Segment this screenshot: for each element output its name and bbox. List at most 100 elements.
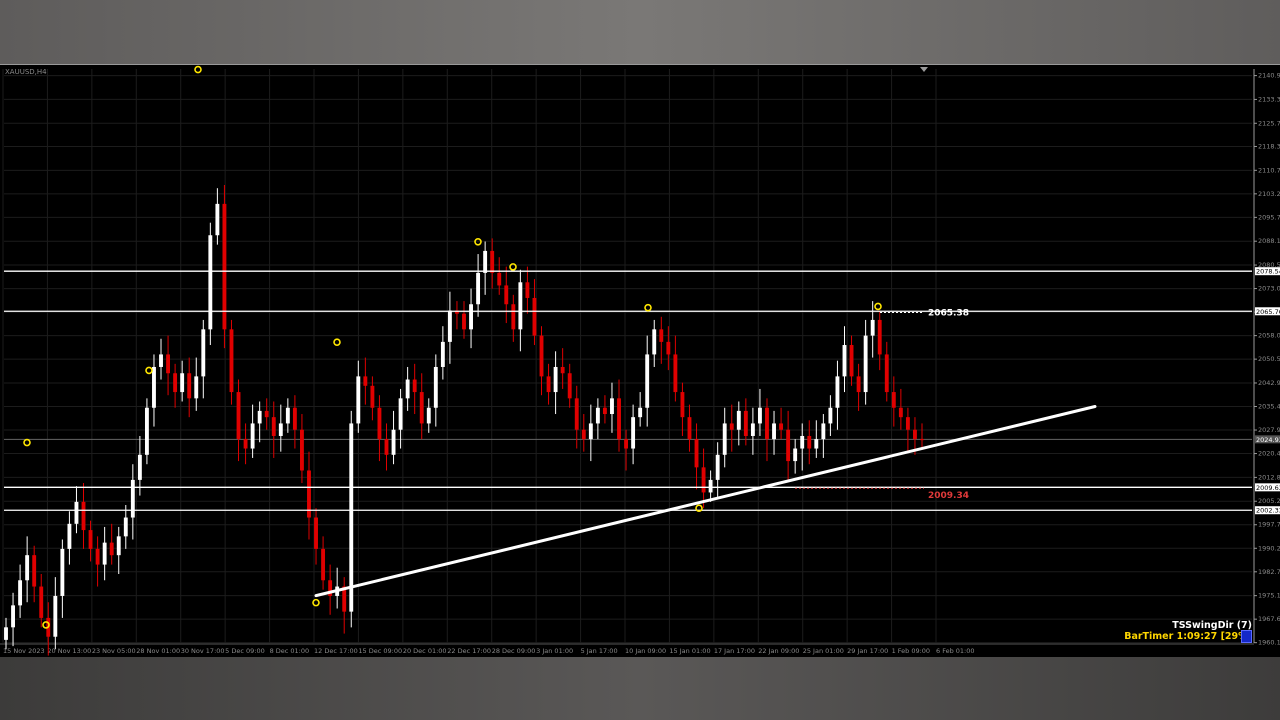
price-tick-label: 1960.10 (1258, 639, 1280, 647)
bar-timer: BarTimer 1:09:27 [29%] (1124, 631, 1252, 642)
candle-body (137, 454, 142, 480)
swing-marker (194, 65, 202, 74)
swing-marker (23, 438, 31, 447)
candle-body (842, 345, 847, 377)
candle-body (11, 605, 15, 628)
candle-body (102, 542, 107, 565)
candle-body (814, 439, 819, 449)
candle-body (504, 285, 509, 305)
price-tick-label: 2140.90 (1258, 72, 1280, 80)
candle-body (743, 410, 748, 436)
time-axis-label: 12 Dec 17:00 (314, 647, 358, 655)
candle-body (60, 548, 65, 596)
candle-body (793, 448, 798, 462)
price-chart[interactable]: 15 Nov 2023 20 Nov 13:00 23 Nov 05:00 28 No… (0, 65, 1280, 657)
candle-body (419, 392, 424, 424)
candle-body (109, 542, 114, 556)
candle-body (173, 373, 178, 393)
candle-body (631, 417, 636, 449)
time-axis-label: 20 Dec 01:00 (403, 647, 447, 655)
candle-body (194, 376, 199, 399)
candle-body (624, 439, 628, 449)
candle-body (870, 319, 875, 336)
price-tick-label: 2088.10 (1258, 237, 1280, 245)
candle-body (525, 282, 530, 298)
candle-body (426, 407, 431, 424)
candle-body (666, 341, 671, 355)
level-price-label: 2009.63 (1256, 484, 1280, 492)
candle-body (680, 392, 685, 418)
candle-body (469, 304, 473, 330)
candle-body (405, 379, 410, 399)
price-tick-label: 2027.90 (1258, 426, 1280, 434)
candle-body (736, 410, 741, 430)
time-axis-label: 15 Jan 01:00 (669, 647, 710, 655)
annotation-price-label: 2065.38 (928, 308, 969, 318)
time-axis-label: 25 Jan 01:00 (803, 647, 844, 655)
time-axis-label: 22 Dec 17:00 (447, 647, 491, 655)
time-axis-label: 23 Nov 05:00 (92, 647, 136, 655)
candle-body (356, 376, 361, 424)
candle-body (314, 517, 318, 549)
desktop-background (0, 657, 1280, 720)
candle-body (321, 548, 326, 581)
chart-window[interactable]: 15 Nov 2023 20 Nov 13:00 23 Nov 05:00 28 No… (0, 64, 1280, 658)
time-axis-label: 29 Jan 17:00 (847, 647, 888, 655)
candle-body (67, 523, 72, 549)
time-axis-label: 8 Dec 01:00 (270, 647, 310, 655)
candle-body (144, 407, 149, 455)
swing-marker (644, 303, 652, 312)
candle-body (229, 329, 234, 393)
candle-body (433, 366, 438, 408)
price-tick-label: 2042.90 (1258, 379, 1280, 387)
time-axis-label: 20 Nov 13:00 (47, 647, 91, 655)
candle-body (722, 423, 727, 455)
candle-body (159, 354, 163, 367)
level-price-label: 2065.76 (1256, 308, 1280, 316)
candle-body (659, 329, 664, 342)
price-tick-label: 2020.40 (1258, 450, 1280, 458)
time-axis-label: 3 Jan 01:00 (536, 647, 573, 655)
price-tick-label: 2110.70 (1258, 166, 1280, 174)
candle-body (370, 385, 375, 408)
candle-body (687, 417, 692, 440)
price-tick-label: 1982.70 (1258, 568, 1280, 576)
candle-body (581, 429, 586, 440)
candle-body (567, 373, 572, 399)
candle-body (88, 530, 93, 549)
candle-body (462, 313, 466, 330)
time-axis-label: 30 Nov 17:00 (181, 647, 225, 655)
candle-body (391, 429, 396, 455)
chart-shift-marker-icon[interactable] (920, 67, 928, 72)
swing-marker (333, 338, 341, 346)
candle-body (53, 595, 58, 637)
candle-body (750, 423, 755, 436)
candle-body (772, 423, 776, 440)
candle-body (81, 501, 86, 531)
candle-body (645, 354, 650, 408)
price-tick-label: 1975.10 (1258, 592, 1280, 600)
time-axis-label: 15 Nov 2023 (3, 647, 45, 655)
candle-body (250, 423, 255, 449)
candle-body (786, 429, 791, 462)
candle-body (123, 517, 128, 537)
candle-body (828, 407, 833, 424)
candle-body (532, 297, 537, 336)
candle-body (264, 410, 269, 418)
candle-body (39, 586, 44, 618)
candle-body (222, 203, 227, 330)
candle-body (271, 417, 276, 436)
candle-body (180, 373, 185, 393)
price-tick-label: 2012.80 (1258, 473, 1280, 481)
candle-body (863, 335, 868, 393)
candle-body (518, 282, 523, 330)
time-axis-label: 28 Nov 01:00 (136, 647, 180, 655)
candle-body (187, 373, 192, 399)
candle-body (765, 407, 769, 440)
candle-body (758, 407, 762, 424)
candle-body (884, 354, 889, 393)
price-tick-label: 2103.20 (1258, 190, 1280, 198)
candle-body (74, 501, 79, 524)
candle-body (257, 410, 262, 424)
candle-body (377, 407, 382, 440)
